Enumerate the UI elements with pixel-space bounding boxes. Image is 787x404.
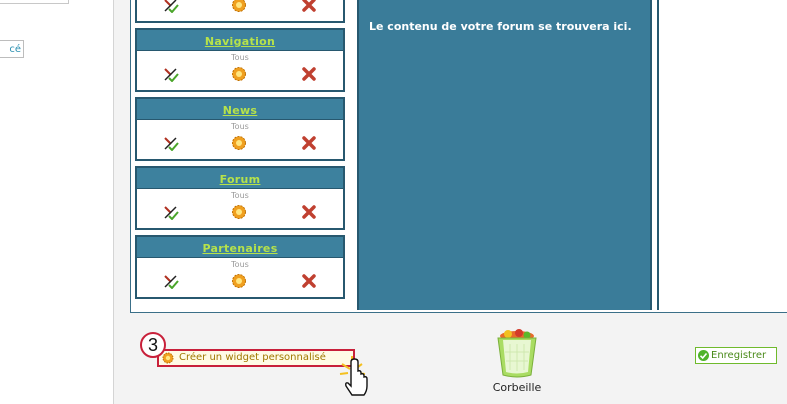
- edit-icon[interactable]: [163, 204, 179, 220]
- widget-box[interactable]: Forum Tous: [135, 166, 345, 230]
- gear-icon[interactable]: [231, 273, 247, 289]
- widget-visibility: Tous: [231, 53, 249, 62]
- forum-content-area: Le contenu de votre forum se trouvera ic…: [357, 0, 652, 310]
- forum-content-message: Le contenu de votre forum se trouvera ic…: [369, 20, 632, 33]
- trash-label: Corbeille: [492, 381, 542, 394]
- widget-header: Navigation: [137, 30, 343, 51]
- step-number-badge: 3: [140, 332, 166, 358]
- widget-header: News: [137, 99, 343, 120]
- gear-icon[interactable]: [231, 135, 247, 151]
- widget-header: Partenaires: [137, 237, 343, 258]
- widget-actions: [137, 271, 343, 293]
- edit-icon[interactable]: [163, 0, 179, 13]
- delete-icon[interactable]: [301, 204, 317, 220]
- widget-title[interactable]: News: [223, 104, 258, 117]
- delete-icon[interactable]: [301, 0, 317, 13]
- create-custom-widget-label: Créer un widget personnalisé: [179, 352, 326, 363]
- widget-actions: [137, 0, 343, 17]
- left-top-box: [0, 0, 69, 4]
- gear-icon[interactable]: [231, 66, 247, 82]
- forum-layout-editor: Navigation Tous News Tous Forum Tous Par…: [130, 0, 787, 313]
- widget-box[interactable]: [135, 0, 345, 23]
- widget-box[interactable]: Navigation Tous: [135, 28, 345, 92]
- save-label: Enregistrer: [711, 350, 767, 361]
- widget-actions: [137, 64, 343, 86]
- hand-cursor-icon: [339, 356, 368, 396]
- widget-header: Forum: [137, 168, 343, 189]
- gear-icon[interactable]: [231, 204, 247, 220]
- trash-icon[interactable]: [494, 328, 540, 378]
- edit-icon[interactable]: [163, 135, 179, 151]
- widget-visibility: Tous: [231, 122, 249, 131]
- delete-icon[interactable]: [301, 273, 317, 289]
- widget-box[interactable]: News Tous: [135, 97, 345, 161]
- widget-title[interactable]: Forum: [220, 173, 261, 186]
- right-column: [657, 0, 785, 310]
- delete-icon[interactable]: [301, 66, 317, 82]
- widget-title[interactable]: Partenaires: [202, 242, 277, 255]
- create-custom-widget-button[interactable]: Créer un widget personnalisé: [157, 349, 355, 367]
- gear-icon[interactable]: [231, 0, 247, 13]
- advanced-button[interactable]: cé: [0, 40, 24, 58]
- widget-visibility: Tous: [231, 191, 249, 200]
- edit-icon[interactable]: [163, 66, 179, 82]
- widget-actions: [137, 202, 343, 224]
- widget-box[interactable]: Partenaires Tous: [135, 235, 345, 299]
- widget-visibility: Tous: [231, 260, 249, 269]
- check-icon: [698, 350, 709, 361]
- widget-actions: [137, 133, 343, 155]
- edit-icon[interactable]: [163, 273, 179, 289]
- left-column: Navigation Tous News Tous Forum Tous Par…: [135, 0, 347, 305]
- widget-title[interactable]: Navigation: [205, 35, 275, 48]
- delete-icon[interactable]: [301, 135, 317, 151]
- gear-icon: [162, 352, 174, 364]
- left-panel: cé: [0, 0, 114, 404]
- save-button[interactable]: Enregistrer: [695, 347, 777, 364]
